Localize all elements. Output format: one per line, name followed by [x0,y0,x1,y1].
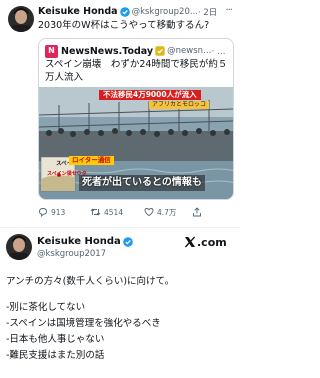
tweet-text: 2030年のW杯はこうやって移動するん? [38,20,210,31]
statement-line: -日本も他人事じゃない [6,334,105,345]
reply-count: 913 [51,207,66,217]
verified-badge-icon [122,236,133,247]
quoted-tweet[interactable]: N NewsNews.Today @newsne... · 2日 スペイン崩壊 … [38,38,234,200]
statement-author-name[interactable]: Keisuke Honda [37,236,121,247]
author-name[interactable]: Keisuke Honda [38,6,118,17]
heart-icon [144,208,154,217]
tweet[interactable]: Keisuke Honda @kskgroup20... · 2日 ··· 20… [0,0,240,224]
author-avatar[interactable] [8,6,34,32]
tweet-actions: 913 4514 4.7万 [38,205,236,219]
verified-badge-icon [119,6,130,17]
statement-line: -難民支援はまた別の話 [6,350,105,361]
x-logo: .com [184,235,227,249]
more-options-icon[interactable]: ··· [225,5,232,16]
statement-line: アンチの方々(数千人くらい)に向けて。 [6,276,175,287]
quoted-author-handle[interactable]: @newsne... [167,46,211,56]
quoted-author-name[interactable]: NewsNews.Today [61,46,153,57]
share-button[interactable] [192,205,202,219]
like-button[interactable]: 4.7万 [144,205,176,219]
news-caption: 死者が出ているとの情報も [79,175,205,191]
statement-body: アンチの方々(数千人くらい)に向けて。 -別に茶化してない -スペインは国境管理… [6,274,234,364]
x-logo-text: .com [197,235,227,249]
statement-name-row: Keisuke Honda [37,235,135,248]
quoted-tweet-header: N NewsNews.Today @newsne... · 2日 [45,44,229,58]
statement-author-avatar[interactable] [6,234,32,260]
news-logo-letter: N [48,46,55,55]
news-banner: 不法移民4万9000人が流入 [99,90,201,100]
author-handle[interactable]: @kskgroup20... [132,7,198,17]
x-logo-icon [184,236,196,248]
statement-gap [6,290,234,300]
statement-line: -スペインは国境管理を強化やるべき [6,318,161,329]
quoted-tweet-time[interactable]: · 2日 [212,45,229,57]
retweet-button[interactable]: 4514 [90,205,123,219]
retweet-icon [90,208,101,216]
quoted-tweet-text: スペイン崩壊 わずか24時間で移民が約５万人流入 [45,59,228,83]
source-credit-badge: ロイター通信 [69,156,114,165]
reply-icon [39,208,47,217]
statement-line: -別に茶化してない [6,302,86,313]
tweet-time[interactable]: · 2日 [198,6,217,18]
reply-button[interactable]: 913 [38,205,65,219]
verified-org-badge-icon [155,46,165,56]
news-image[interactable]: 不法移民4万9000人が流入 アフリカとモロッコ スペイン スペイン領セウタ ロ… [39,87,233,199]
retweet-count: 4514 [104,207,124,217]
like-count: 4.7万 [157,207,177,217]
news-logo-icon: N [45,44,58,58]
share-icon [193,207,201,217]
statement-card[interactable]: Keisuke Honda @kskgroup2017 .com アンチの方々(… [0,228,240,378]
tweet-header: Keisuke Honda @kskgroup20... · 2日 ··· [38,5,234,18]
statement-author-handle[interactable]: @kskgroup2017 [37,249,106,259]
news-sub-banner: アフリカとモロッコ [149,101,210,109]
